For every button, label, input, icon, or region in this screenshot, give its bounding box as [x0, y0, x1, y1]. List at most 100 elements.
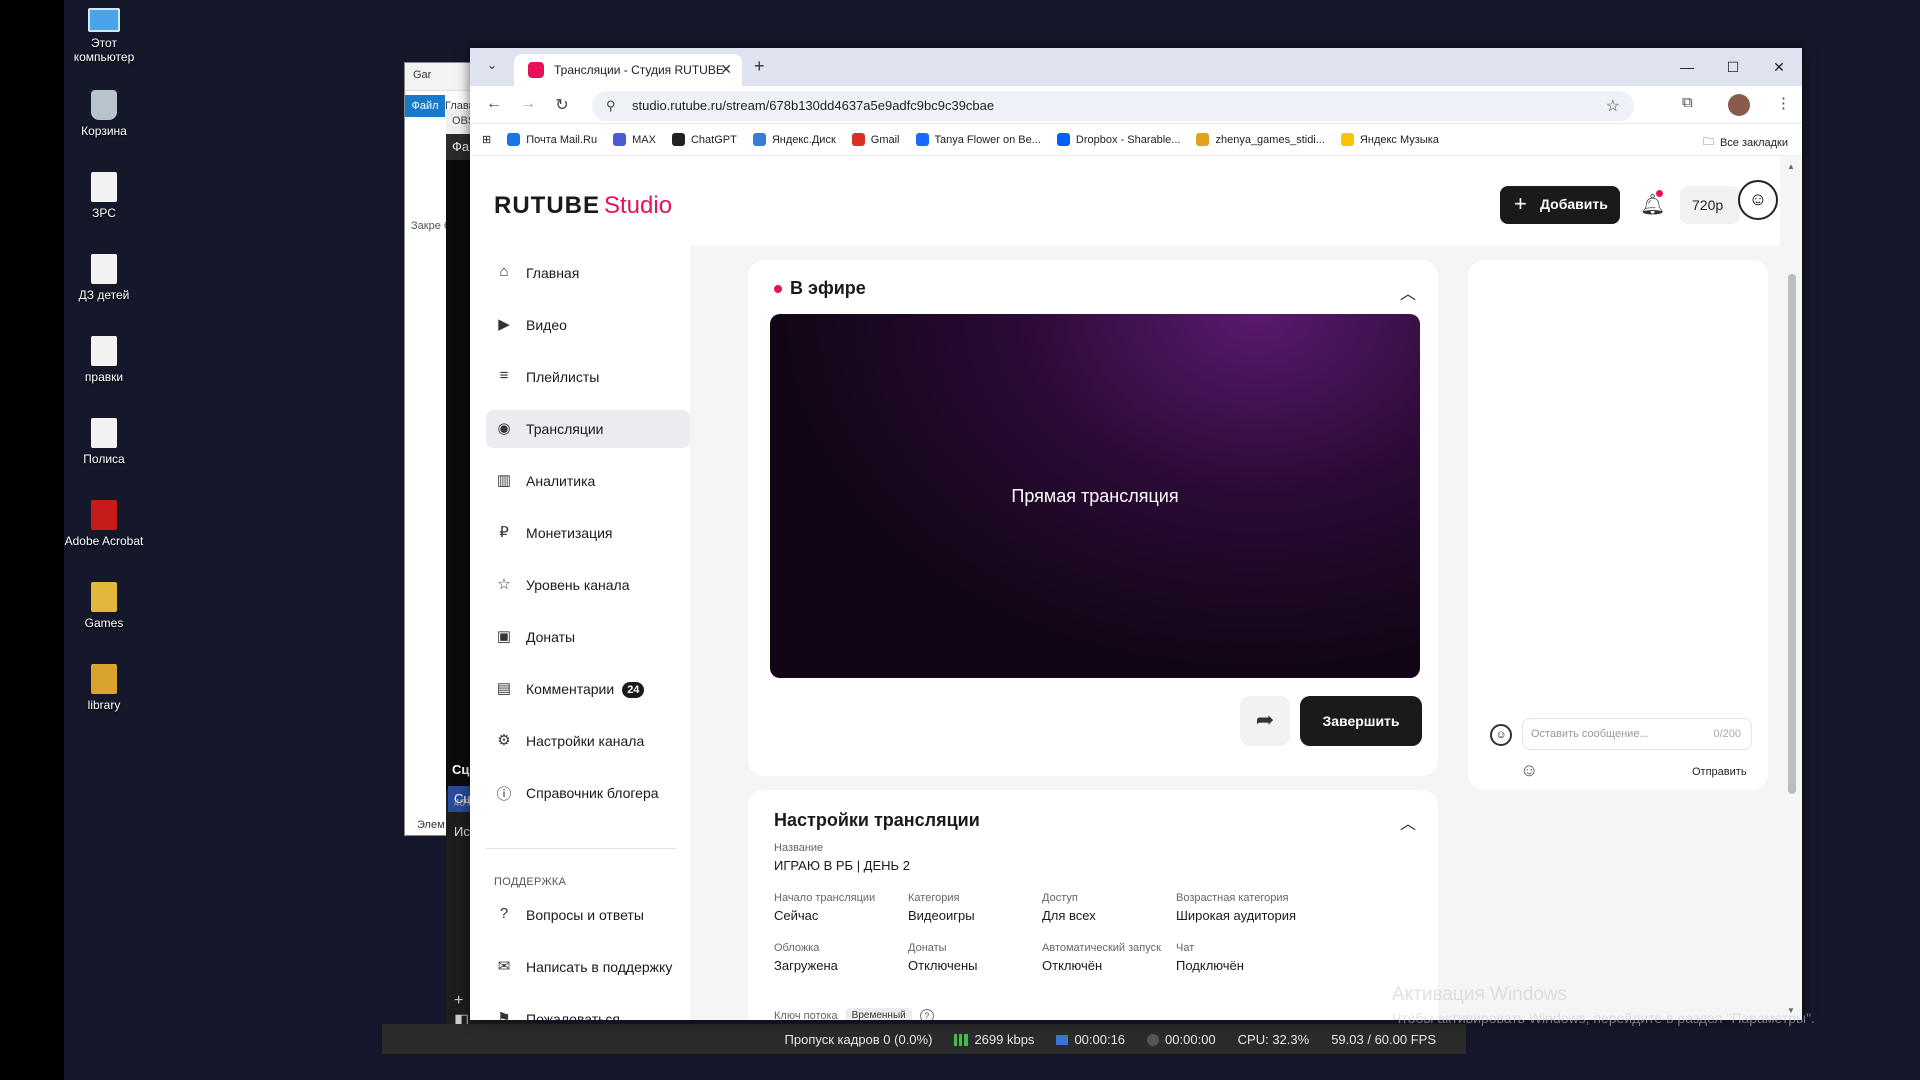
tab-close-icon[interactable]: ✕	[720, 61, 732, 78]
profile-avatar[interactable]	[1728, 94, 1750, 116]
record-time-value: 00:00:00	[1165, 1031, 1216, 1047]
bookmark-favicon-icon	[671, 133, 685, 146]
desktop-icon[interactable]: правки	[64, 336, 144, 384]
forward-icon[interactable]: →	[518, 95, 538, 113]
bookmark-item[interactable]: zhenya_games_stidi...	[1196, 133, 1325, 146]
close-window-icon[interactable]: ✕	[1756, 48, 1802, 86]
sidebar-item[interactable]: ⚙ Настройки канала	[486, 722, 690, 760]
explorer-tab-file[interactable]: Файл	[405, 95, 445, 117]
bookmark-item[interactable]: ChatGPT	[671, 133, 737, 146]
logo-suffix: Studio	[604, 192, 673, 219]
active-tab[interactable]: Трансляции - Студия RUTUBE ✕	[514, 54, 742, 86]
bookmark-favicon-icon	[1196, 133, 1210, 146]
scroll-thumb[interactable]	[1788, 274, 1796, 794]
desktop-icon[interactable]: library	[64, 664, 144, 712]
sidebar-item-label: Главная	[526, 265, 580, 281]
desktop-icon[interactable]: Полиса	[64, 418, 144, 466]
sidebar-item[interactable]: ≡ Плейлисты	[486, 358, 690, 396]
maximize-icon[interactable]: ☐	[1710, 48, 1756, 86]
field-label: Чат	[1176, 942, 1195, 954]
add-button[interactable]: + Добавить	[1500, 186, 1620, 224]
collapse-live-chevron-icon[interactable]: ︿	[1400, 280, 1416, 304]
desktop-icon[interactable]: Корзина	[64, 90, 144, 138]
gear-icon: ⚙	[497, 732, 511, 749]
end-stream-button[interactable]: Завершить	[1300, 696, 1422, 746]
apps-icon[interactable]: ⊞	[482, 133, 491, 146]
sidebar-item[interactable]: ▣ Донаты	[486, 618, 690, 656]
reload-icon[interactable]: ↻	[552, 95, 572, 115]
bookmark-item[interactable]: Яндекс Музыка	[1340, 133, 1439, 146]
info-icon: ⓘ	[496, 786, 512, 803]
settings-field: Чат Подключён	[1176, 942, 1244, 973]
computer-icon	[88, 8, 120, 32]
browser-menu-icon[interactable]: ⋮	[1776, 94, 1791, 112]
chat-input[interactable]: Оставить сообщение... 0/200	[1522, 718, 1752, 750]
emoji-icon[interactable]: ☺	[1520, 760, 1538, 781]
bookmark-favicon-icon	[915, 133, 929, 146]
sidebar-item[interactable]: ▥ Аналитика	[486, 462, 690, 500]
url-text: studio.rutube.ru/stream/678b130dd4637a5e…	[632, 98, 995, 113]
page-scrollbar[interactable]: ▲ ▼	[1782, 156, 1802, 1020]
bookmark-item[interactable]: Gmail	[851, 133, 900, 146]
all-bookmarks[interactable]: 🗀 Все закладки	[1703, 133, 1788, 152]
desktop-icon[interactable]: Games	[64, 582, 144, 630]
sidebar-item[interactable]: ✉ Написать в поддержку	[486, 948, 690, 986]
bookmark-item[interactable]: Почта Mail.Ru	[507, 133, 597, 146]
field-value: Загружена	[774, 958, 838, 973]
home-icon: ⌂	[499, 263, 509, 280]
desktop-icon[interactable]: ДЗ детей	[64, 254, 144, 302]
sidebar-item[interactable]: ? Вопросы и ответы	[486, 896, 690, 934]
help-icon[interactable]: ?	[919, 1008, 934, 1020]
stream-player[interactable]: Прямая трансляция	[770, 314, 1420, 678]
back-icon[interactable]: ←	[484, 95, 504, 113]
share-button[interactable]: ➦	[1240, 696, 1290, 746]
send-button[interactable]: Отправить	[1692, 766, 1747, 778]
bookmark-favicon-icon	[851, 133, 865, 146]
sidebar-item[interactable]: ⌂ Главная	[486, 254, 690, 292]
bookmark-star-icon[interactable]: ☆	[1606, 96, 1620, 116]
field-label: Категория	[908, 892, 960, 904]
site-settings-icon[interactable]: ⚲	[606, 98, 616, 114]
rutube-studio-logo[interactable]: RUTUBE Studio	[494, 192, 672, 220]
minimize-icon[interactable]: —	[1664, 48, 1710, 86]
bookmark-item[interactable]: MAX	[613, 133, 656, 146]
sidebar-item[interactable]: ▶ Видео	[486, 306, 690, 344]
field-label: Доступ	[1042, 892, 1078, 904]
desktop-icon-label: library	[87, 698, 121, 712]
bookmark-label: zhenya_games_stidi...	[1215, 133, 1325, 146]
extensions-icon[interactable]: ⧉	[1682, 94, 1693, 111]
screen: Этот компьютер Корзина ЗРС ДЗ детей правки По…	[0, 0, 1920, 1080]
sidebar-item[interactable]: ⚑ Пожаловаться	[486, 1000, 690, 1020]
tab-search-icon[interactable]: ⌄	[482, 58, 502, 78]
player-text: Прямая трансляция	[1011, 486, 1179, 506]
user-avatar[interactable]: ☺	[1738, 180, 1778, 220]
collapse-settings-chevron-icon[interactable]: ︿	[1400, 810, 1416, 834]
desktop-icon[interactable]: ЗРС	[64, 172, 144, 220]
desktop-icon[interactable]: Adobe Acrobat	[64, 500, 144, 548]
support-section-title: ПОДДЕРЖКА	[494, 876, 567, 888]
field-label: Начало трансляции	[774, 892, 876, 904]
sidebar-item[interactable]: ▤ Комментарии 24	[486, 670, 690, 708]
new-tab-icon[interactable]: +	[754, 56, 765, 77]
desktop-icon-label: ДЗ детей	[78, 288, 130, 302]
all-bookmarks-label: Все закладки	[1719, 136, 1788, 149]
watermark-line2: Чтобы активировать Windows, перейдите в …	[1392, 1010, 1815, 1026]
chat-counter: 0/200	[1713, 728, 1741, 740]
desktop-icon[interactable]: Этот компьютер	[64, 8, 144, 64]
comments-count-badge: 24	[622, 682, 645, 698]
bookmark-item[interactable]: Яндекс.Диск	[752, 133, 836, 146]
bookmark-item[interactable]: Dropbox - Sharable...	[1056, 133, 1180, 146]
field-label: Автоматический запуск	[1042, 942, 1161, 954]
sidebar-item[interactable]: ☆ Уровень канала	[486, 566, 690, 604]
recycle-bin-icon	[91, 90, 117, 120]
bookmark-label: MAX	[632, 133, 656, 146]
sidebar-item[interactable]: ⓘ Справочник блогера	[486, 774, 690, 812]
bookmark-item[interactable]: Tanya Flower on Be...	[915, 133, 1041, 146]
question-icon: ?	[499, 905, 509, 922]
sidebar-item[interactable]: ₽ Монетизация	[486, 514, 690, 552]
quality-selector[interactable]: 720p	[1680, 186, 1740, 224]
desktop-icon-label: Этот компьютер	[73, 36, 135, 64]
scroll-up-icon[interactable]: ▲	[1787, 162, 1795, 171]
sidebar-item[interactable]: ◉ Трансляции	[486, 410, 690, 448]
address-bar[interactable]: ⚲ studio.rutube.ru/stream/678b130dd4637a…	[592, 91, 1634, 121]
